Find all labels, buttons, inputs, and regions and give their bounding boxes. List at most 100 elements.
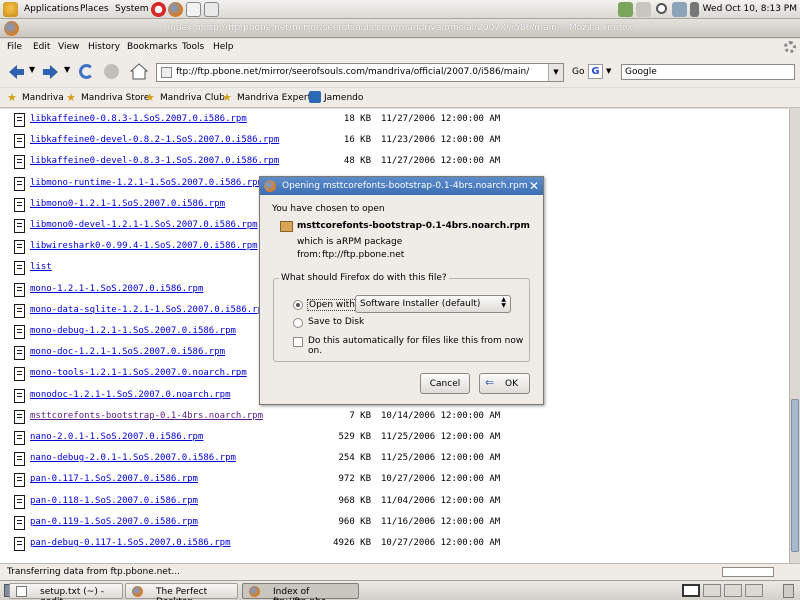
file-link[interactable]: pan-debug-0.117-1.SoS.2007.0.i586.rpm — [30, 538, 230, 548]
list-item: nano-2.0.1-1.SoS.2007.0.i586.rpm 529 KB 11… — [0, 428, 789, 449]
update-icon[interactable] — [618, 2, 633, 17]
file-icon — [14, 431, 25, 445]
bookmark-mandriva-expert[interactable]: Mandriva Expert — [237, 93, 311, 103]
file-link[interactable]: libkaffeine0-devel-0.8.3-1.SoS.2007.0.i5… — [30, 156, 279, 166]
bookmark-mandriva-store[interactable]: Mandriva Store — [81, 93, 149, 103]
foot-menu-icon[interactable] — [3, 2, 18, 17]
search-icon[interactable] — [656, 3, 667, 14]
scrollbar-thumb[interactable] — [791, 399, 799, 552]
bookmark-mandriva[interactable]: Mandriva — [22, 93, 64, 103]
dialog-close-icon[interactable]: ✕ — [529, 179, 539, 193]
menu-bookmarks[interactable]: Bookmarks — [127, 42, 177, 52]
file-icon — [14, 261, 25, 276]
clock[interactable]: Wed Oct 10, 8:13 PM — [694, 4, 797, 14]
file-link[interactable]: libmono-runtime-1.2.1-1.SoS.2007.0.i586.… — [30, 178, 263, 188]
task-gedit-label: setup.txt (~) - gedit — [40, 587, 104, 600]
file-icon — [14, 155, 25, 170]
editor-launcher-icon[interactable] — [204, 2, 219, 17]
email-launcher-icon[interactable] — [186, 2, 201, 17]
back-dropdown-icon[interactable]: ▼ — [29, 65, 35, 74]
go-label[interactable]: Go — [572, 67, 584, 77]
file-link[interactable]: libwireshark0-0.99.4-1.SoS.2007.0.i586.r… — [30, 241, 258, 251]
firefox-launcher-icon[interactable] — [168, 2, 183, 17]
auto-checkbox-label[interactable]: Do this automatically for files like thi… — [308, 336, 529, 356]
file-size: 4926 KB — [333, 538, 371, 548]
file-link[interactable]: msttcorefonts-bootstrap-0.1-4brs.noarch.… — [30, 411, 263, 421]
menu-help[interactable]: Help — [213, 42, 234, 52]
workspace-3[interactable] — [724, 584, 742, 597]
security-icon[interactable] — [636, 2, 651, 17]
file-link[interactable]: mono-data-sqlite-1.2.1-1.SoS.2007.0.i586… — [30, 305, 268, 315]
open-with-label[interactable]: Open with — [307, 299, 357, 311]
task-gedit[interactable]: setup.txt (~) - gedit — [9, 583, 123, 600]
file-link[interactable]: pan-0.118-1.SoS.2007.0.i586.rpm — [30, 496, 198, 506]
task-perfect-desktop[interactable]: The Perfect Desktop... — [125, 583, 238, 600]
cancel-button[interactable]: Cancel — [420, 373, 470, 394]
menu-edit[interactable]: Edit — [33, 42, 50, 52]
file-link[interactable]: libkaffeine0-devel-0.8.2-1.SoS.2007.0.i5… — [30, 135, 279, 145]
menu-file[interactable]: File — [7, 42, 22, 52]
save-to-disk-label[interactable]: Save to Disk — [308, 317, 364, 327]
file-link[interactable]: libmono0-devel-1.2.1-1.SoS.2007.0.i586.r… — [30, 220, 258, 230]
activity-throbber-icon — [784, 41, 796, 53]
task-firefox-index[interactable]: Index of ftp://ftp.pbo... — [242, 583, 359, 600]
trash-icon[interactable] — [783, 584, 794, 598]
vertical-scrollbar[interactable] — [789, 109, 800, 563]
google-engine-icon[interactable]: G — [588, 64, 603, 79]
open-with-radio[interactable] — [293, 300, 303, 310]
window-titlebar[interactable]: Index of ftp://ftp.pbone.net/mirror/seer… — [0, 19, 800, 38]
save-to-disk-radio[interactable] — [293, 318, 303, 328]
lifebuoy-icon[interactable] — [151, 2, 166, 17]
applications-menu[interactable]: Applications — [24, 4, 79, 14]
file-link[interactable]: nano-debug-2.0.1-1.SoS.2007.0.i586.rpm — [30, 453, 236, 463]
file-link[interactable]: mono-debug-1.2.1-1.SoS.2007.0.i586.rpm — [30, 326, 236, 336]
system-menu[interactable]: System — [115, 4, 149, 14]
places-menu[interactable]: Places — [80, 4, 109, 14]
file-icon — [14, 197, 25, 212]
home-icon[interactable] — [130, 63, 148, 80]
search-input[interactable]: Google — [621, 64, 795, 80]
taskbar: setup.txt (~) - gedit The Perfect Deskto… — [0, 580, 800, 600]
file-link[interactable]: libmono0-1.2.1-1.SoS.2007.0.i586.rpm — [30, 199, 225, 209]
file-link[interactable]: nano-2.0.1-1.SoS.2007.0.i586.rpm — [30, 432, 203, 442]
menu-tools[interactable]: Tools — [182, 42, 204, 52]
workspace-2[interactable] — [703, 584, 721, 597]
workspace-4[interactable] — [745, 584, 763, 597]
network-icon[interactable] — [672, 2, 687, 17]
bookmark-star-icon: ★ — [222, 91, 232, 104]
menubar: File Edit View History Bookmarks Tools H… — [0, 39, 800, 57]
file-link[interactable]: mono-1.2.1-1.SoS.2007.0.i586.rpm — [30, 284, 203, 294]
forward-icon[interactable] — [42, 64, 60, 80]
window-title: Index of ftp://ftp.pbone.net/mirror/seer… — [167, 23, 633, 33]
auto-checkbox[interactable] — [293, 337, 303, 347]
back-icon[interactable] — [7, 64, 25, 80]
dialog-firefox-icon — [264, 180, 276, 192]
file-link[interactable]: pan-0.117-1.SoS.2007.0.i586.rpm — [30, 474, 198, 484]
file-link[interactable]: libkaffeine0-0.8.3-1.SoS.2007.0.i586.rpm — [30, 114, 247, 124]
url-dropdown-button[interactable]: ▼ — [548, 64, 563, 81]
app-select[interactable]: Software Installer (default) ▲ ▼ — [355, 295, 511, 313]
file-link[interactable]: list — [30, 262, 52, 272]
progress-indicator — [722, 567, 774, 577]
search-engine-dropdown-icon[interactable]: ▼ — [606, 67, 611, 75]
file-link[interactable]: pan-0.119-1.SoS.2007.0.i586.rpm — [30, 517, 198, 527]
menu-view[interactable]: View — [58, 42, 79, 52]
file-date: 11/27/2006 12:00:00 AM — [381, 114, 501, 124]
list-item: libkaffeine0-0.8.3-1.SoS.2007.0.i586.rpm… — [0, 110, 789, 131]
dialog-titlebar[interactable]: Opening msttcorefonts-bootstrap-0.1-4brs… — [260, 177, 543, 195]
ok-button[interactable]: ⇐ OK — [479, 373, 530, 394]
forward-dropdown-icon[interactable]: ▼ — [64, 65, 70, 74]
file-link[interactable]: mono-tools-1.2.1-1.SoS.2007.0.noarch.rpm — [30, 368, 247, 378]
bookmark-jamendo[interactable]: Jamendo — [324, 93, 363, 103]
file-link[interactable]: monodoc-1.2.1-1.SoS.2007.0.noarch.rpm — [30, 390, 230, 400]
file-date: 10/27/2006 12:00:00 AM — [381, 538, 501, 548]
reload-icon[interactable] — [79, 64, 94, 79]
bookmark-mandriva-club[interactable]: Mandriva Club — [160, 93, 225, 103]
workspace-1[interactable] — [682, 584, 700, 597]
file-date: 11/27/2006 12:00:00 AM — [381, 156, 501, 167]
file-size: 48 KB — [343, 156, 371, 167]
menu-history[interactable]: History — [88, 42, 120, 52]
file-link[interactable]: mono-doc-1.2.1-1.SoS.2007.0.i586.rpm — [30, 347, 225, 357]
stop-icon[interactable] — [104, 64, 119, 79]
url-input[interactable]: ftp://ftp.pbone.net/mirror/seerofsouls.c… — [156, 63, 564, 82]
